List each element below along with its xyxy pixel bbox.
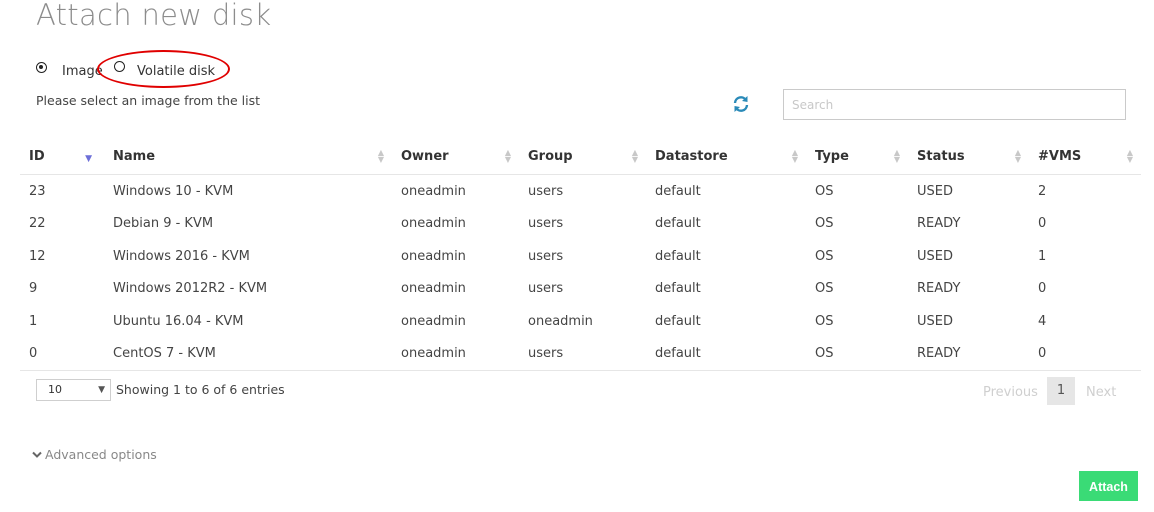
cell-name: Windows 10 - KVM [113, 183, 234, 199]
refresh-icon[interactable] [731, 94, 751, 114]
cell-name: CentOS 7 - KVM [104, 337, 392, 371]
column-header-owner[interactable]: Owner ▲ ▼ [392, 138, 519, 175]
dialog-title: Attach new disk [36, 0, 272, 32]
table-row[interactable]: 1 Ubuntu 16.04 - KVM oneadmin oneadmin d… [20, 305, 1141, 338]
column-header-label: Owner [401, 148, 449, 164]
table-row[interactable]: 23 Windows 10 - KVM oneadmin users defau… [20, 175, 1141, 208]
column-header-id[interactable]: ID ▼ [20, 138, 104, 175]
cell-group: oneadmin [528, 313, 593, 329]
column-header-vms[interactable]: #VMS ▲ ▼ [1029, 138, 1141, 175]
sort-icon: ▲ ▼ [893, 148, 900, 164]
cell-owner: oneadmin [401, 183, 466, 199]
cell-status: USED [917, 313, 953, 329]
cell-type: OS [815, 281, 834, 297]
table-row[interactable]: 22 Debian 9 - KVM oneadmin users default… [20, 208, 1141, 241]
cell-vms: 0 [1029, 337, 1141, 371]
cell-type: OS [815, 216, 834, 232]
column-header-type[interactable]: Type ▲ ▼ [806, 138, 908, 175]
cell-datastore: default [655, 183, 701, 199]
entries-info: Showing 1 to 6 of 6 entries [116, 382, 285, 397]
cell-name: Windows 2016 - KVM [113, 248, 250, 264]
cell-vms: 1 [1038, 248, 1047, 264]
cell-group: users [519, 337, 646, 371]
volatile-disk-highlight-annotation [97, 50, 230, 88]
page-length-select[interactable]: 10 ▼ [36, 379, 111, 401]
page-length-value: 10 [48, 383, 62, 396]
cell-type: OS [815, 313, 834, 329]
cell-datastore: default [655, 281, 701, 297]
table-row[interactable]: 0 CentOS 7 - KVM oneadmin users default … [20, 337, 1141, 371]
search-input[interactable] [783, 89, 1126, 120]
advanced-options-toggle[interactable]: Advanced options [32, 447, 157, 462]
cell-group: users [528, 248, 564, 264]
cell-id: 12 [29, 248, 46, 264]
cell-owner: oneadmin [401, 216, 466, 232]
sort-descending-icon: ▼ [85, 154, 92, 164]
cell-status: USED [917, 248, 953, 264]
column-header-datastore[interactable]: Datastore ▲ ▼ [646, 138, 806, 175]
cell-group: users [528, 183, 564, 199]
column-header-label: Status [917, 148, 965, 164]
column-header-name[interactable]: Name ▲ ▼ [104, 138, 392, 175]
cell-status: USED [917, 183, 953, 199]
cell-name: Ubuntu 16.04 - KVM [113, 313, 244, 329]
sort-icon: ▲ ▼ [504, 148, 511, 164]
cell-id: 1 [29, 313, 38, 329]
sort-icon: ▲ ▼ [1126, 148, 1133, 164]
cell-type: OS [815, 183, 834, 199]
cell-id: 22 [29, 216, 46, 232]
cell-owner: oneadmin [392, 337, 519, 371]
column-header-label: Type [815, 148, 849, 164]
chevron-down-icon: ▼ [98, 385, 105, 395]
cell-datastore: default [655, 248, 701, 264]
pagination-previous-button[interactable]: Previous [983, 385, 1038, 400]
pagination-current-page[interactable]: 1 [1047, 377, 1075, 405]
cell-name: Windows 2012R2 - KVM [113, 281, 268, 297]
cell-vms: 2 [1038, 183, 1047, 199]
cell-group: users [528, 216, 564, 232]
column-header-label: Name [113, 148, 156, 164]
cell-status: READY [908, 337, 1029, 371]
cell-vms: 0 [1038, 281, 1047, 297]
cell-datastore: default [655, 216, 701, 232]
cell-owner: oneadmin [401, 281, 466, 297]
cell-group: users [528, 281, 564, 297]
instructions-text: Please select an image from the list [36, 93, 261, 108]
cell-status: READY [917, 216, 961, 232]
sort-icon: ▲ ▼ [1014, 148, 1021, 164]
column-header-label: #VMS [1038, 148, 1082, 164]
column-header-group[interactable]: Group ▲ ▼ [519, 138, 646, 175]
cell-vms: 0 [1038, 216, 1047, 232]
cell-status: READY [917, 281, 961, 297]
cell-name: Debian 9 - KVM [113, 216, 214, 232]
column-header-label: Group [528, 148, 573, 164]
sort-icon: ▲ ▼ [377, 148, 384, 164]
cell-datastore: default [655, 313, 701, 329]
table-row[interactable]: 12 Windows 2016 - KVM oneadmin users def… [20, 240, 1141, 273]
sort-icon: ▲ ▼ [631, 148, 638, 164]
table-row[interactable]: 9 Windows 2012R2 - KVM oneadmin users de… [20, 273, 1141, 306]
image-radio[interactable] [36, 62, 47, 73]
cell-id: 0 [20, 337, 104, 371]
cell-owner: oneadmin [401, 248, 466, 264]
column-header-label: ID [29, 148, 45, 164]
cell-datastore: default [646, 337, 806, 371]
cell-type: OS [815, 248, 834, 264]
cell-owner: oneadmin [401, 313, 466, 329]
cell-vms: 4 [1038, 313, 1047, 329]
table-header-row: ID ▼ Name ▲ ▼ Owner ▲ ▼ Group ▲ ▼ Datastore… [20, 138, 1141, 175]
images-table: ID ▼ Name ▲ ▼ Owner ▲ ▼ Group ▲ ▼ Datastore… [20, 138, 1141, 371]
sort-icon: ▲ ▼ [791, 148, 798, 164]
advanced-options-label: Advanced options [45, 447, 157, 462]
chevron-down-icon [32, 447, 42, 462]
column-header-label: Datastore [655, 148, 728, 164]
cell-type: OS [806, 337, 908, 371]
pagination-next-button[interactable]: Next [1086, 385, 1116, 400]
column-header-status[interactable]: Status ▲ ▼ [908, 138, 1029, 175]
attach-button[interactable]: Attach [1079, 471, 1138, 501]
cell-id: 9 [29, 281, 38, 297]
cell-id: 23 [29, 183, 46, 199]
